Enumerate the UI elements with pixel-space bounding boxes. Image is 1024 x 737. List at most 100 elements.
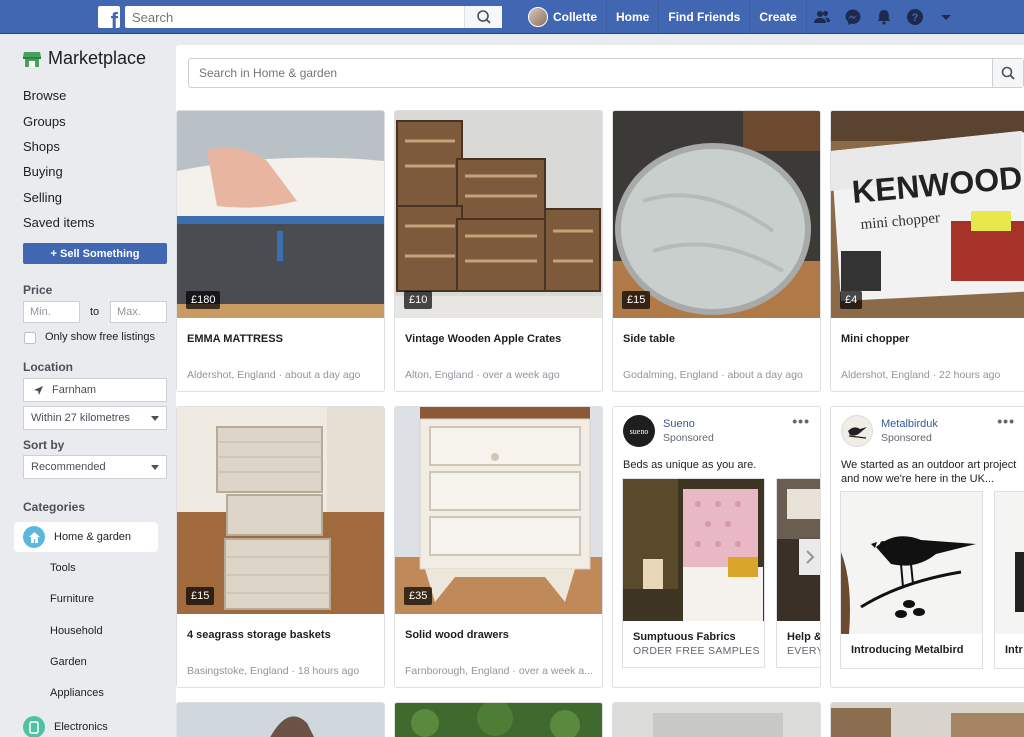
listing-title: Side table [623, 333, 675, 345]
price-max-input[interactable]: Max. [110, 301, 167, 323]
sort-value: Recommended [31, 461, 106, 473]
top-navigation-bar: f Collette Home Find Friends Create ? [0, 0, 1024, 34]
notifications-bell-icon[interactable] [869, 0, 900, 34]
subcategory-appliances[interactable]: Appliances [50, 687, 104, 699]
location-heading: Location [23, 360, 73, 374]
radius-select[interactable]: Within 27 kilometres [23, 406, 167, 430]
listing-price: £35 [404, 587, 433, 605]
listing-price: £15 [622, 291, 651, 309]
price-to-label: to [90, 306, 100, 318]
chevron-down-icon [151, 416, 159, 421]
more-options-icon[interactable]: ••• [792, 413, 810, 429]
sidebar-item-groups[interactable]: Groups [23, 114, 66, 129]
carousel-item-subtitle: ORDER FREE SAMPLES [633, 645, 760, 657]
radius-value: Within 27 kilometres [31, 412, 131, 424]
listing-meta: Aldershot, England · about a day ago [187, 369, 361, 381]
carousel-item-title: Sumptuous Fabrics [633, 631, 736, 643]
free-listings-label[interactable]: Only show free listings [45, 331, 155, 343]
account-menu-chevron-down-icon[interactable] [931, 0, 962, 34]
carousel-item-title: Intr [1005, 644, 1023, 656]
listing-card[interactable] [830, 702, 1024, 737]
category-search [188, 58, 1024, 88]
listing-meta: Farnborough, England · over a week a... [405, 665, 593, 677]
home-icon [23, 526, 45, 548]
marketplace-title-text: Marketplace [48, 48, 147, 68]
category-electronics[interactable]: Electronics [54, 721, 108, 733]
listing-photo-mattress [177, 111, 384, 318]
carousel-next-chevron-right-icon[interactable] [799, 539, 820, 575]
advertiser-name[interactable]: Metalbirduk [881, 418, 938, 430]
facebook-logo-icon[interactable]: f [98, 6, 120, 28]
advertiser-name[interactable]: Sueno [663, 418, 695, 430]
ad-text: Beds as unique as you are. [623, 459, 757, 471]
location-value: Farnham [52, 384, 97, 396]
profile-name: Collette [553, 10, 598, 24]
marketplace-title[interactable]: Marketplace [23, 48, 146, 69]
nav-home[interactable]: Home [607, 0, 660, 34]
sponsored-ad-card[interactable]: Metalbirduk Sponsored ••• We started as … [830, 406, 1024, 688]
listing-card[interactable] [176, 702, 385, 737]
listing-card[interactable]: KENWOOD mini chopper £4 Mini chopper Ald… [830, 110, 1024, 392]
carousel-item[interactable]: Introducing Metalbird [840, 491, 983, 669]
chevron-down-icon [151, 465, 159, 470]
listing-card[interactable]: £180 EMMA MATTRESS Aldershot, England · … [176, 110, 385, 392]
listing-card[interactable]: £15 4 seagrass storage baskets Basingsto… [176, 406, 385, 688]
listing-price: £15 [186, 587, 215, 605]
category-home-garden-label: Home & garden [54, 531, 132, 543]
sidebar-item-saved-items[interactable]: Saved items [23, 215, 95, 230]
sidebar-item-buying[interactable]: Buying [23, 164, 63, 179]
listing-title: Solid wood drawers [405, 629, 509, 641]
carousel-item-subtitle: EVERY [787, 645, 821, 657]
carousel-item-title: Help & [787, 631, 821, 643]
help-icon[interactable]: ? [900, 0, 931, 34]
profile-link[interactable]: Collette [524, 0, 608, 34]
location-arrow-icon [34, 386, 43, 395]
subcategory-garden[interactable]: Garden [50, 656, 87, 668]
listing-card[interactable]: £35 Solid wood drawers Farnborough, Engl… [394, 406, 603, 688]
carousel-item[interactable]: Intr [994, 491, 1024, 669]
free-listings-checkbox[interactable] [24, 332, 36, 344]
sidebar-item-browse[interactable]: Browse [23, 88, 66, 103]
category-search-input[interactable] [189, 59, 979, 87]
listing-photo-wood-drawers [395, 407, 602, 614]
listing-card[interactable] [394, 702, 603, 737]
more-options-icon[interactable]: ••• [997, 413, 1015, 429]
listing-card[interactable] [612, 702, 821, 737]
price-min-input[interactable]: Min. [23, 301, 80, 323]
price-heading: Price [23, 283, 53, 297]
listing-title: 4 seagrass storage baskets [187, 629, 331, 641]
sort-heading: Sort by [23, 438, 65, 452]
subcategory-household[interactable]: Household [50, 625, 103, 637]
listing-photo [177, 703, 384, 737]
global-search-button[interactable] [464, 6, 502, 28]
listing-price: £180 [186, 291, 221, 309]
sidebar-item-shops[interactable]: Shops [23, 139, 60, 154]
nav-find-friends[interactable]: Find Friends [659, 0, 751, 34]
subcategory-tools[interactable]: Tools [50, 562, 76, 574]
advertiser-logo[interactable] [841, 415, 873, 447]
marketplace-sidebar: Marketplace Browse Groups Shops Buying S… [0, 34, 176, 737]
listing-title: Mini chopper [841, 333, 910, 345]
listing-card[interactable]: £15 Side table Godalming, England · abou… [612, 110, 821, 392]
subcategory-furniture[interactable]: Furniture [50, 593, 94, 605]
location-field[interactable]: Farnham [23, 378, 167, 402]
listing-card[interactable]: £10 Vintage Wooden Apple Crates Alton, E… [394, 110, 603, 392]
listing-meta: Godalming, England · about a day ago [623, 369, 803, 381]
global-search [125, 6, 502, 28]
search-icon [477, 10, 491, 24]
nav-create[interactable]: Create [750, 0, 807, 34]
sponsored-ad-card[interactable]: sueno Sueno Sponsored ••• Beds as unique… [612, 406, 821, 688]
friend-requests-icon[interactable] [807, 0, 838, 34]
messenger-icon[interactable] [838, 0, 869, 34]
category-search-button[interactable] [992, 59, 1023, 87]
advertiser-logo[interactable]: sueno [623, 415, 655, 447]
ad-photo-metal-bird [841, 492, 982, 634]
carousel-item-title: Introducing Metalbird [851, 644, 964, 656]
global-search-input[interactable] [125, 6, 460, 28]
carousel-item[interactable]: Sumptuous Fabrics ORDER FREE SAMPLES [622, 478, 765, 668]
sell-something-button[interactable]: + Sell Something [23, 243, 167, 264]
sidebar-item-selling[interactable]: Selling [23, 190, 62, 205]
sort-select[interactable]: Recommended [23, 455, 167, 479]
top-nav: Collette Home Find Friends Create ? [524, 0, 962, 34]
categories-heading: Categories [23, 500, 86, 514]
